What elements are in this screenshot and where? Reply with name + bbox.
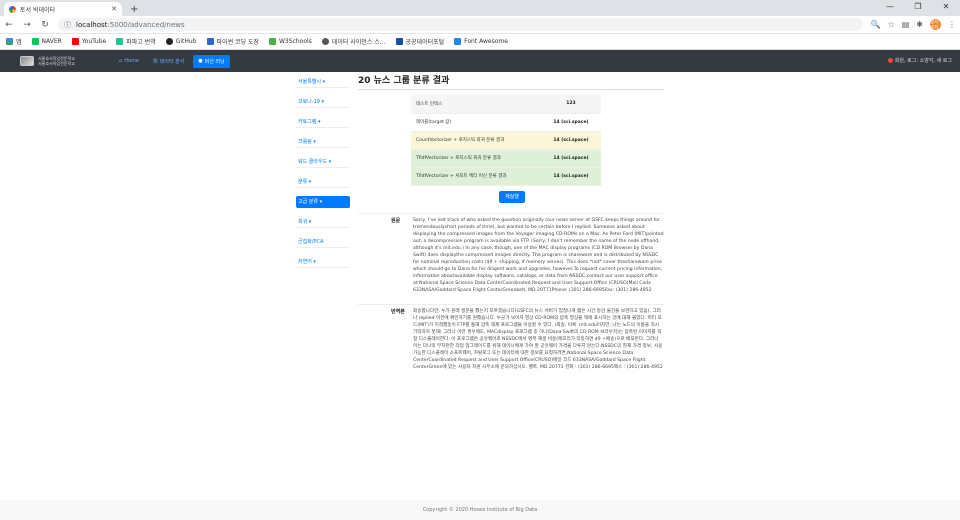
sidebar-item-crawling[interactable]: 크롤링 ▾ xyxy=(296,136,350,148)
sidebar-item-cartogram[interactable]: 카토그램 ▾ xyxy=(296,116,350,128)
rerun-button[interactable]: 재실행 xyxy=(499,190,525,203)
original-label: 원문 xyxy=(391,217,401,224)
ml-icon: ● xyxy=(198,58,203,64)
sidebar: 서울특별시 ▾ 코로나-19 ▾ 카토그램 ▾ 크롤링 ▾ 워드 클라우드 ▾ … xyxy=(296,76,350,276)
profile-avatar[interactable]: 일시중지 xyxy=(930,19,941,31)
nav-data-analysis[interactable]: ▥ 데이터 분석 xyxy=(148,55,189,68)
logo-line-2: 서울호서직업전문학교 xyxy=(38,61,75,66)
extensions-icon[interactable]: ✱ xyxy=(916,20,923,29)
sidebar-item-advanced-classification[interactable]: 고급 분류 ▾ xyxy=(296,196,350,208)
home-icon: ⌂ xyxy=(119,58,123,64)
browser-tab-strip: 토서 빅데이터 ✕ + — ❐ ✕ xyxy=(0,0,960,16)
bookmark-papago[interactable]: 파파고 번역 xyxy=(116,37,156,46)
bookmark-apps[interactable]: 앱 xyxy=(6,37,22,46)
chart-icon: ▥ xyxy=(152,58,158,64)
table-row: 레이블(target 값) 14 (sci.space) xyxy=(411,113,601,132)
main-area: 서울특별시 ▾ 코로나-19 ▾ 카토그램 ▾ 크롤링 ▾ 워드 클라우드 ▾ … xyxy=(0,72,960,484)
table-row: TfidfVectorizer + 서포트 벡터 머신 분류 결과 14 (sci… xyxy=(411,167,601,186)
favicon-icon xyxy=(9,5,16,13)
bookmark-youtube[interactable]: YouTube xyxy=(71,38,106,45)
address-bar-row: ← → ↻ ⓘ localhost:5000/advanced/news 🔍 ☆… xyxy=(0,16,960,34)
original-text: Sorry, I've lost track of who asked the … xyxy=(413,217,664,293)
w3schools-icon xyxy=(269,38,276,45)
new-tab-icon[interactable]: + xyxy=(130,4,138,15)
back-icon[interactable]: ← xyxy=(4,20,14,30)
info-icon[interactable]: ⓘ xyxy=(64,20,71,30)
bookmark-data-science[interactable]: 데이터 사이언스 스... xyxy=(321,37,386,46)
maximize-icon[interactable]: ❐ xyxy=(904,0,932,16)
user-status[interactable]: 회원, 로그: 소양각, 새 로그 xyxy=(887,57,952,64)
nav-home[interactable]: ⌂ Home xyxy=(114,55,144,67)
forward-icon[interactable]: → xyxy=(22,20,32,30)
reading-list-icon[interactable]: ▤ xyxy=(902,20,910,29)
bookmark-naver[interactable]: NAVER xyxy=(31,38,62,45)
table-row: 테스트 인덱스 123 xyxy=(411,95,601,114)
star-icon[interactable]: ☆ xyxy=(888,20,895,29)
window-controls: — ❐ ✕ xyxy=(876,0,960,16)
close-tab-icon[interactable]: ✕ xyxy=(111,5,117,13)
content: 20 뉴스 그룹 분류 결과 테스트 인덱스 123 레이블(target 값) 1… xyxy=(358,72,664,371)
sidebar-item-clustering[interactable]: 군집화/PCA xyxy=(296,236,350,248)
minimize-icon[interactable]: — xyxy=(876,0,904,16)
tab-title: 토서 빅데이터 xyxy=(20,6,56,14)
translation-section: 번역본 죄송합니다만, 누가 원래 질문을 했는지 모르겠습니다(GSFC의 뉴… xyxy=(358,304,664,371)
sidebar-item-regression[interactable]: 회귀 ▾ xyxy=(296,216,350,228)
bookmarks-bar: 앱 NAVER YouTube 파파고 번역 GitHub 파이썬 코딩 도장 … xyxy=(0,34,960,50)
browser-tab[interactable]: 토서 빅데이터 ✕ xyxy=(4,2,122,16)
github-icon xyxy=(165,38,173,45)
sidebar-item-wordcloud[interactable]: 워드 클라우드 ▾ xyxy=(296,156,350,168)
browser-actions: 🔍 ☆ ▤ ✱ 일시중지 ⋮ xyxy=(871,19,956,31)
papago-icon xyxy=(116,38,124,45)
bookmark-github[interactable]: GitHub xyxy=(165,38,197,45)
bookmark-python-dojang[interactable]: 파이썬 코딩 도장 xyxy=(206,37,259,46)
sidebar-item-seoul[interactable]: 서울특별시 ▾ xyxy=(296,76,350,88)
bookmark-w3schools[interactable]: W3Schools xyxy=(269,38,312,45)
nav-machine-learning[interactable]: ● 머신 러닝 xyxy=(193,54,230,68)
results-table: 테스트 인덱스 123 레이블(target 값) 14 (sci.space) C… xyxy=(411,95,601,186)
footer: Copyright © 2020 Hoseo Institute of Big … xyxy=(0,500,960,520)
bookmark-font-awesome[interactable]: Font Awesome xyxy=(454,38,508,45)
naver-icon xyxy=(31,38,39,45)
logo-mark-icon xyxy=(20,56,34,66)
sidebar-item-nlp[interactable]: 자연어 ▾ xyxy=(296,256,350,268)
site-logo[interactable]: 서울호서직업전문학교 서울호서직업전문학교 xyxy=(20,56,110,66)
youtube-icon xyxy=(71,38,79,45)
original-section: 원문 Sorry, I've lost track of who asked t… xyxy=(358,212,664,295)
font-awesome-icon xyxy=(454,38,462,45)
apps-icon xyxy=(6,38,13,45)
site-navbar: 서울호서직업전문학교 서울호서직업전문학교 ⌂ Home ▥ 데이터 분석 ● 머신 러… xyxy=(0,50,960,72)
translation-text: 죄송합니다만, 누가 원래 질문을 했는지 모르겠습니다(GSFC의 뉴스 서버… xyxy=(413,309,663,371)
reload-icon[interactable]: ↻ xyxy=(40,20,50,30)
url-host: localhost xyxy=(76,20,108,29)
url-input[interactable]: ⓘ localhost:5000/advanced/news xyxy=(58,18,863,31)
close-window-icon[interactable]: ✕ xyxy=(932,0,960,16)
page-title: 20 뉴스 그룹 분류 결과 xyxy=(358,72,664,90)
zoom-icon[interactable]: 🔍 xyxy=(871,20,881,29)
url-path: :5000/advanced/news xyxy=(107,20,185,29)
translation-label: 번역본 xyxy=(391,309,405,316)
data-science-icon xyxy=(321,38,329,45)
user-status-icon xyxy=(887,58,893,63)
sidebar-item-classification[interactable]: 분류 ▾ xyxy=(296,176,350,188)
python-dojang-icon xyxy=(206,38,214,45)
bookmark-public-data[interactable]: 공공데이터포털 xyxy=(395,37,444,46)
sidebar-item-covid[interactable]: 코로나-19 ▾ xyxy=(296,96,350,108)
table-row: CountVectorizer + 로지스틱 회귀 분류 결과 14 (sci.s… xyxy=(411,131,601,150)
menu-icon[interactable]: ⋮ xyxy=(948,20,956,29)
table-row: TfidfVectorizer + 로지스틱 회귀 분류 결과 14 (sci.s… xyxy=(411,149,601,168)
public-data-icon xyxy=(395,38,403,45)
